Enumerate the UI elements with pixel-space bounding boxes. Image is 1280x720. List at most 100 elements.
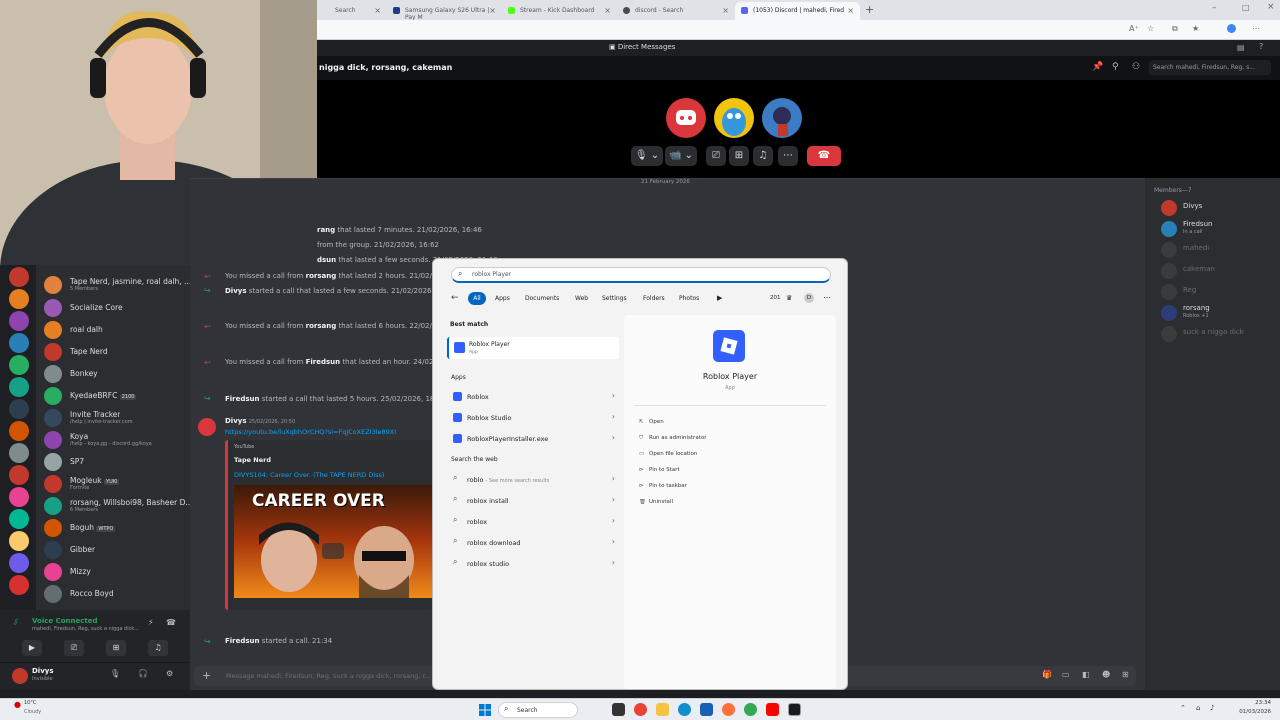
dm-item[interactable]: Gibber bbox=[44, 540, 188, 560]
dm-item[interactable]: Boguh WTPO bbox=[44, 518, 188, 538]
dm-item[interactable]: Bonkey bbox=[44, 364, 188, 384]
screenshare-button[interactable]: ⎚ bbox=[64, 640, 84, 656]
file-explorer-icon[interactable] bbox=[656, 703, 669, 716]
close-icon[interactable]: × bbox=[722, 6, 729, 15]
dm-item[interactable]: Socialize Core bbox=[44, 298, 188, 318]
dm-item[interactable]: Tape Nerd, jasmine, roal dalh, ... 5 Memb… bbox=[44, 275, 191, 295]
web-result[interactable]: ⌕ roblox install › bbox=[447, 491, 623, 511]
add-friends-icon[interactable]: ⚲ bbox=[1112, 62, 1119, 72]
filter-documents[interactable]: Documents bbox=[525, 295, 559, 302]
mute-button[interactable]: 🎙 ⌄ bbox=[631, 146, 663, 166]
action-pin-start[interactable]: ⊳ Pin to Start bbox=[639, 467, 680, 473]
volume-icon[interactable]: ♪ bbox=[1210, 704, 1214, 712]
server-icon[interactable] bbox=[9, 267, 29, 287]
dm-item[interactable]: Mizzy bbox=[44, 562, 188, 582]
embed-title[interactable]: DIVYS104: Career Over. (The TAPE NERD Di… bbox=[234, 471, 434, 479]
minimize-button[interactable]: – bbox=[1212, 3, 1217, 13]
network-icon[interactable]: ⌂ bbox=[1196, 704, 1200, 712]
activities-button[interactable]: ⊞ bbox=[729, 146, 749, 166]
taskbar-search[interactable]: ⌕ Search bbox=[498, 702, 578, 718]
dm-item[interactable]: Invite Tracker/help | invite-tracker.com bbox=[44, 408, 188, 428]
apps-icon[interactable]: ⊞ bbox=[1122, 670, 1129, 679]
caller-avatar[interactable] bbox=[762, 98, 802, 138]
weather-icon[interactable]: ● bbox=[14, 700, 21, 709]
task-view-icon[interactable] bbox=[612, 703, 625, 716]
action-open[interactable]: ⇱ Open bbox=[639, 419, 664, 425]
dm-item[interactable]: Mogleuk YUKI Fortnite bbox=[44, 474, 188, 494]
microphone-icon[interactable]: 🎙 bbox=[110, 669, 120, 678]
soundboard-button[interactable]: ♫ bbox=[753, 146, 773, 166]
store-icon[interactable] bbox=[700, 703, 713, 716]
server-icon[interactable] bbox=[9, 289, 29, 309]
browser-tab[interactable]: Search × bbox=[317, 2, 387, 20]
web-result[interactable]: ⌕ roblo - See more search results › bbox=[447, 470, 623, 490]
close-window-button[interactable]: × bbox=[1267, 2, 1275, 12]
more-options-button[interactable]: ⋯ bbox=[778, 146, 798, 166]
camera-button[interactable]: 📹 ⌄ bbox=[665, 146, 697, 166]
member-item[interactable]: rorsang Roblox +1 bbox=[1153, 303, 1278, 323]
edge-icon[interactable] bbox=[678, 703, 691, 716]
emoji-icon[interactable]: ☻ bbox=[1102, 670, 1110, 679]
tray-chevron-icon[interactable]: ⌃ bbox=[1180, 704, 1186, 712]
dm-item[interactable]: KyedaeBRFC 2100 bbox=[44, 386, 188, 406]
member-item[interactable]: Firedsun In a call bbox=[1153, 219, 1278, 239]
chrome-icon[interactable] bbox=[634, 703, 647, 716]
favorites-icon[interactable]: ★ bbox=[1192, 24, 1199, 33]
browser-tab[interactable]: Stream - Kick Dashboard × bbox=[502, 2, 617, 20]
server-icon[interactable] bbox=[9, 355, 29, 375]
avatar[interactable] bbox=[198, 418, 216, 436]
app-result[interactable]: Roblox Studio › bbox=[447, 408, 623, 428]
firefox-icon[interactable] bbox=[722, 703, 735, 716]
gif-icon[interactable]: ▭ bbox=[1062, 670, 1070, 679]
settings-gear-icon[interactable]: ⚙ bbox=[166, 669, 173, 678]
avatar[interactable] bbox=[12, 668, 28, 684]
filter-all[interactable]: All bbox=[468, 292, 486, 305]
read-aloud-icon[interactable]: A⁺ bbox=[1129, 24, 1139, 33]
member-item[interactable]: mahedi bbox=[1153, 240, 1278, 260]
caller-avatar[interactable] bbox=[666, 98, 706, 138]
filter-settings[interactable]: Settings bbox=[602, 295, 627, 302]
noise-suppression-icon[interactable]: ⚡ bbox=[148, 618, 154, 627]
video-thumbnail[interactable]: CAREER OVER bbox=[234, 485, 432, 598]
browser-tab[interactable]: Samsung Galaxy S26 Ultra | Pay M × bbox=[387, 2, 502, 21]
inbox-icon[interactable]: ▤ bbox=[1237, 43, 1245, 52]
clock-time[interactable]: 23:34 bbox=[1225, 700, 1271, 706]
web-result[interactable]: ⌕ roblox › bbox=[447, 512, 623, 532]
action-run-as-admin[interactable]: ⛉ Run as administrator bbox=[639, 435, 706, 442]
more-options-icon[interactable]: ⋯ bbox=[823, 293, 831, 302]
screenshare-button[interactable]: ⎚ bbox=[706, 146, 726, 166]
member-item[interactable]: suck a nigga dick bbox=[1153, 324, 1278, 344]
maximize-button[interactable]: □ bbox=[1242, 3, 1250, 12]
disconnect-icon[interactable]: ☎ bbox=[166, 618, 176, 627]
play-more-icon[interactable]: ▶ bbox=[717, 294, 722, 302]
server-icon[interactable] bbox=[9, 333, 29, 353]
filter-web[interactable]: Web bbox=[575, 295, 588, 302]
members-icon[interactable]: ⚇ bbox=[1132, 62, 1140, 72]
profile-avatar[interactable] bbox=[1227, 24, 1236, 33]
action-pin-taskbar[interactable]: ⊳ Pin to taskbar bbox=[639, 483, 687, 489]
member-item[interactable]: Divys bbox=[1153, 198, 1278, 218]
server-icon[interactable] bbox=[9, 553, 29, 573]
sticker-icon[interactable]: ◧ bbox=[1082, 670, 1090, 679]
server-icon[interactable] bbox=[9, 531, 29, 551]
server-icon[interactable] bbox=[9, 575, 29, 595]
dm-item[interactable]: Koya/help - koya.gg - discord.gg/koya bbox=[44, 430, 188, 450]
server-icon[interactable] bbox=[9, 399, 29, 419]
activities-button[interactable]: ⊞ bbox=[106, 640, 126, 656]
member-item[interactable]: cakeman bbox=[1153, 261, 1278, 281]
action-open-file-location[interactable]: ▭ Open file location bbox=[639, 451, 697, 457]
server-icon[interactable] bbox=[9, 487, 29, 507]
server-icon[interactable] bbox=[9, 465, 29, 485]
browser-icon[interactable] bbox=[744, 703, 757, 716]
server-icon[interactable] bbox=[9, 377, 29, 397]
dm-item[interactable]: rorsang, Willsboi98, Basheer D... 6 Membe… bbox=[44, 496, 193, 516]
app-result[interactable]: Roblox › bbox=[447, 387, 623, 407]
add-attachment-icon[interactable]: + bbox=[202, 669, 211, 682]
hang-up-button[interactable]: ☎ bbox=[807, 146, 841, 166]
web-result[interactable]: ⌕ roblox download › bbox=[447, 533, 623, 553]
member-item[interactable]: Reg bbox=[1153, 282, 1278, 302]
server-icon[interactable] bbox=[9, 311, 29, 331]
search-input[interactable]: ⌕ roblox Player bbox=[451, 267, 831, 283]
server-icon[interactable] bbox=[9, 509, 29, 529]
browser-tab-active[interactable]: (1053) Discord | mahedi, Fired × bbox=[735, 2, 860, 20]
